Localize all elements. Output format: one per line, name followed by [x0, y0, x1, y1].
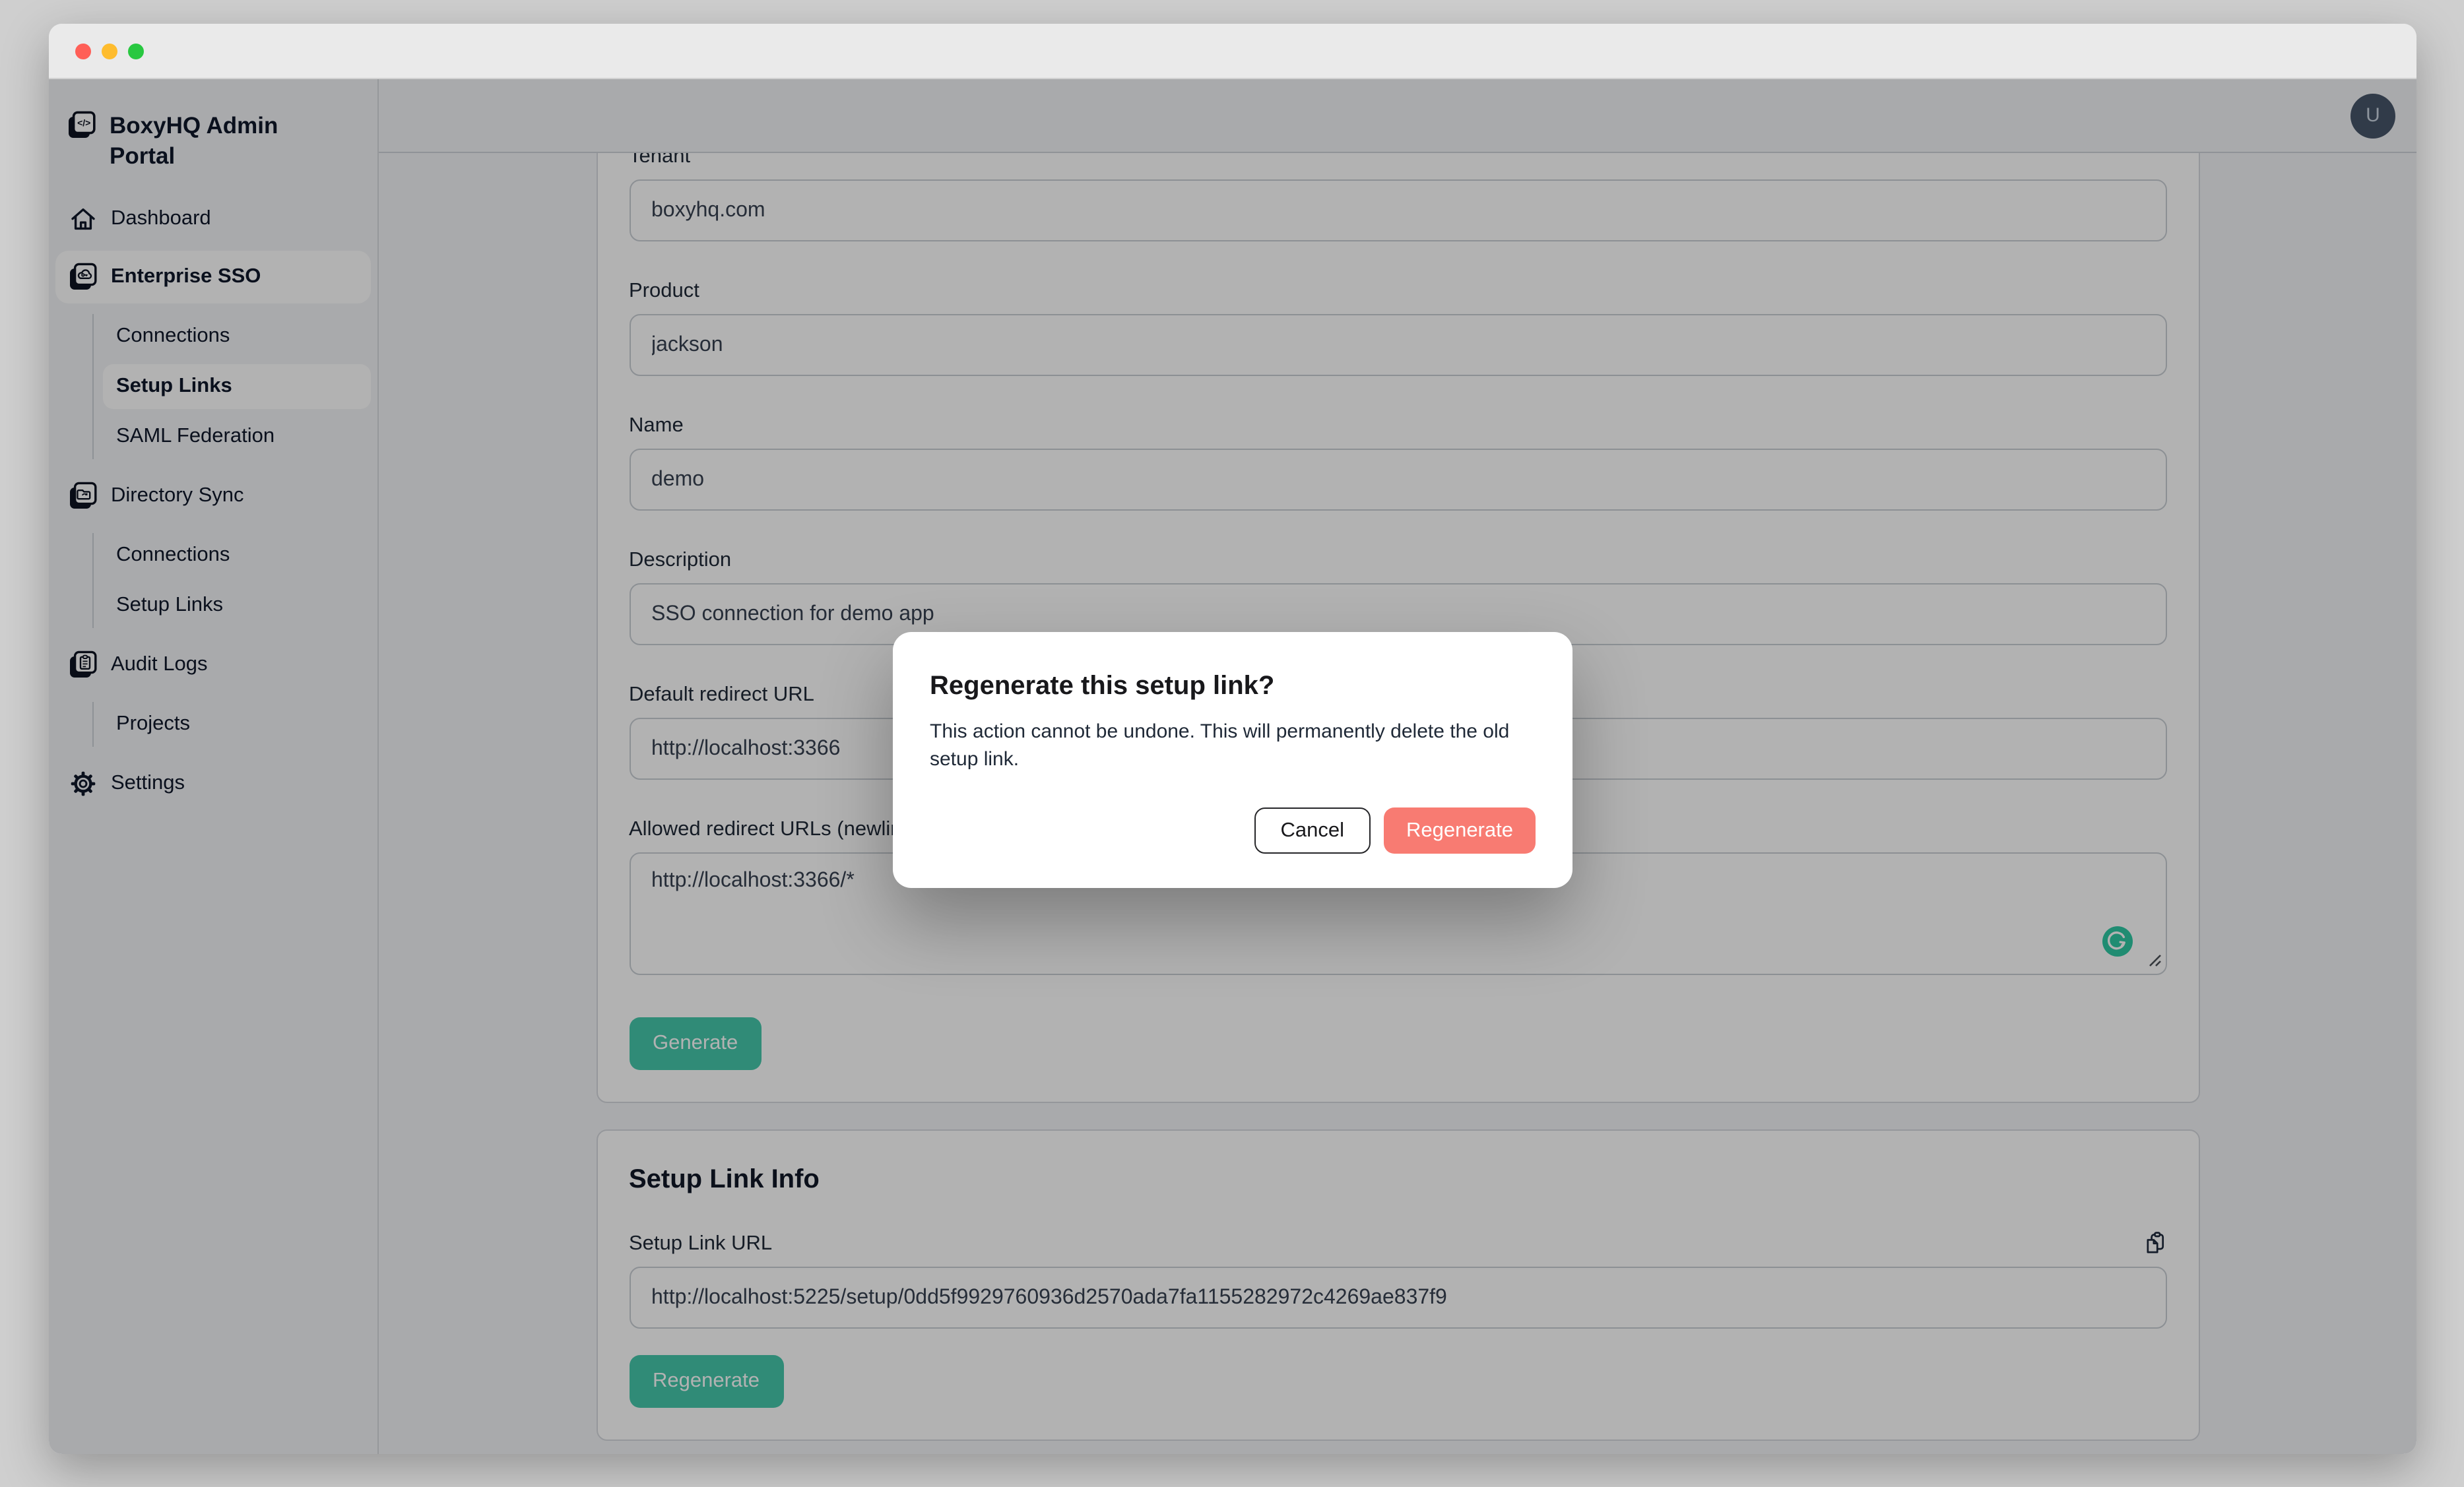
maximize-window-button[interactable]	[128, 43, 144, 59]
close-window-button[interactable]	[75, 43, 91, 59]
app-window: </> BoxyHQ Admin Portal Dashboard	[49, 24, 2416, 1454]
minimize-window-button[interactable]	[102, 43, 117, 59]
window-controls	[75, 43, 144, 59]
modal-body-text: This action cannot be undone. This will …	[930, 718, 1536, 773]
regenerate-confirm-modal: Regenerate this setup link? This action …	[893, 632, 1572, 888]
screen: </> BoxyHQ Admin Portal Dashboard	[0, 0, 2464, 1487]
modal-actions: Cancel Regenerate	[930, 807, 1536, 854]
confirm-regenerate-button[interactable]: Regenerate	[1384, 807, 1536, 854]
app-body: </> BoxyHQ Admin Portal Dashboard	[49, 79, 2416, 1454]
titlebar	[49, 24, 2416, 79]
modal-title: Regenerate this setup link?	[930, 669, 1536, 705]
cancel-button[interactable]: Cancel	[1254, 807, 1371, 854]
